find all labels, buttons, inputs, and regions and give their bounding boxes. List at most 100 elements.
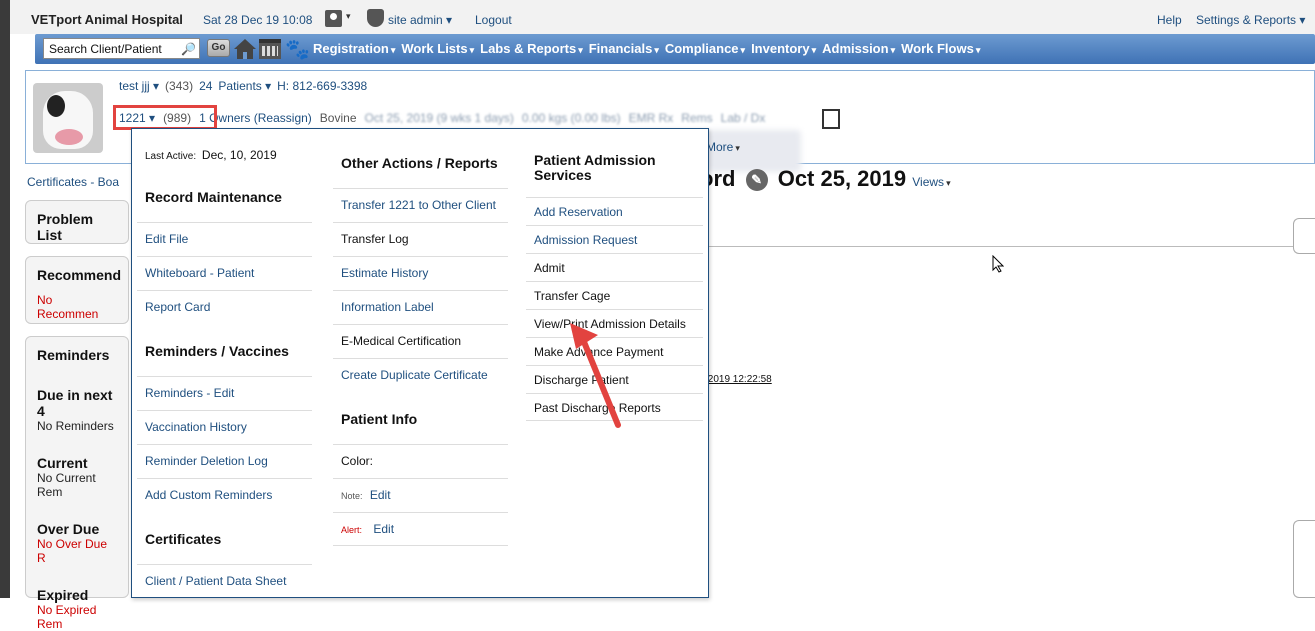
transfer-cage-link[interactable]: Transfer Cage — [526, 281, 703, 309]
user-icon[interactable] — [325, 10, 342, 27]
lab-dx-link[interactable]: Lab / Dx — [721, 111, 766, 125]
annotation-arrow-icon — [570, 323, 621, 428]
edit-file-link[interactable]: Edit File — [137, 222, 312, 256]
nav-financials[interactable]: Financials — [589, 41, 659, 56]
record-date: Oct 25, 2019 — [777, 166, 907, 191]
add-custom-reminders-link[interactable]: Add Custom Reminders — [137, 478, 312, 512]
nav-inventory[interactable]: Inventory — [751, 41, 816, 56]
search-icon[interactable]: 🔎 — [181, 42, 196, 56]
note-edit-link[interactable]: Edit — [370, 488, 391, 502]
nav-admission[interactable]: Admission — [822, 41, 895, 56]
scroll-tab[interactable] — [1293, 520, 1315, 598]
settings-reports-menu[interactable]: Settings & Reports ▾ — [1196, 13, 1305, 27]
owner-id: (343) — [165, 79, 194, 93]
filter-tab[interactable] — [1293, 218, 1315, 254]
transfer-patient-link[interactable]: Transfer 1221 to Other Client — [333, 188, 508, 222]
owner-row: test jjj ▾ (343) 24 Patients ▾ H: 812-66… — [119, 79, 367, 93]
datetime: Sat 28 Dec 19 10:08 — [203, 13, 313, 27]
admission-request-link[interactable]: Admission Request — [526, 225, 703, 253]
owner-name-menu[interactable]: test jjj ▾ — [119, 79, 159, 93]
views-menu[interactable]: Views — [912, 175, 950, 189]
page: VETport Animal Hospital Sat 28 Dec 19 10… — [10, 0, 1315, 631]
patients-count[interactable]: 24 — [199, 79, 212, 93]
no-expired-text: No Expired Rem — [37, 603, 97, 631]
alert-label: Alert: — [341, 525, 363, 535]
help-link[interactable]: Help — [1157, 13, 1182, 27]
highlight-box — [113, 105, 217, 130]
estimate-history-link[interactable]: Estimate History — [333, 256, 508, 290]
reminders-vaccines-title: Reminders / Vaccines — [145, 343, 289, 359]
left-edge-bar — [0, 0, 10, 598]
divider — [700, 246, 1315, 247]
search-placeholder: Search Client/Patient — [49, 42, 162, 56]
admit-link[interactable]: Admit — [526, 253, 703, 281]
no-recommend-text: No Recommen — [37, 293, 99, 321]
alert-edit-link[interactable]: Edit — [373, 522, 394, 536]
due-next-title: Due in next 4 — [37, 387, 113, 419]
pencil-icon[interactable]: ✎ — [745, 169, 768, 192]
emr-link[interactable]: EMR Rx — [629, 111, 674, 125]
nav-menu: Registration Work Lists Labs & Reports F… — [313, 41, 986, 56]
logout-link[interactable]: Logout — [475, 13, 512, 27]
nav-work-flows[interactable]: Work Flows — [901, 41, 980, 56]
shield-icon — [367, 9, 384, 27]
patient-info-title: Patient Info — [341, 411, 418, 427]
vaccination-history-link[interactable]: Vaccination History — [137, 410, 312, 444]
user-menu[interactable]: site admin ▾ — [388, 13, 452, 27]
top-bar: VETport Animal Hospital Sat 28 Dec 19 10… — [10, 0, 1315, 34]
last-active-value: Dec, 10, 2019 — [201, 148, 277, 162]
reminders-title: Reminders — [37, 347, 110, 363]
rems-link[interactable]: Rems — [681, 111, 712, 125]
admission-title-line1: Patient Admission — [534, 152, 656, 168]
admission-title-line2: Services — [534, 167, 592, 183]
no-over-due-text: No Over Due R — [37, 537, 108, 565]
recommend-title: Recommend — [37, 267, 122, 283]
calendar-icon[interactable] — [259, 39, 281, 59]
last-active-label: Last Active: — [145, 151, 197, 162]
patient-note: Note: Edit — [333, 478, 508, 512]
patient-alert: Alert: Edit — [333, 512, 508, 546]
transfer-log-link[interactable]: Transfer Log — [333, 222, 508, 256]
home-icon[interactable] — [233, 38, 257, 60]
certificates-link[interactable]: Certificates - Boa — [27, 175, 119, 189]
over-due-title: Over Due — [37, 521, 100, 537]
go-button[interactable]: Go — [207, 39, 230, 57]
reminders-edit-link[interactable]: Reminders - Edit — [137, 376, 312, 410]
add-reservation-link[interactable]: Add Reservation — [526, 197, 703, 225]
app-title: VETport Animal Hospital — [31, 12, 183, 27]
patient-weight: 0.00 kgs (0.00 lbs) — [521, 111, 621, 125]
nav-labs-reports[interactable]: Labs & Reports — [480, 41, 583, 56]
patients-menu[interactable]: Patients ▾ — [218, 79, 271, 93]
record-timestamp[interactable]: c 2019 12:22:58 — [700, 374, 772, 385]
paw-icon[interactable]: 🐾 — [285, 37, 310, 62]
reminder-deletion-log-link[interactable]: Reminder Deletion Log — [137, 444, 312, 478]
nav-work-lists[interactable]: Work Lists — [401, 41, 474, 56]
problem-list-title: Problem List — [37, 211, 94, 243]
chevron-down-icon[interactable]: ▾ — [346, 11, 351, 22]
main-navbar: Search Client/Patient 🔎 Go 🐾 Registratio… — [35, 34, 1315, 64]
report-card-link[interactable]: Report Card — [137, 290, 312, 324]
problem-list-card: Problem List — [25, 200, 129, 244]
record-heading: ord ✎ Oct 25, 2019 Views — [700, 166, 951, 192]
nav-compliance[interactable]: Compliance — [665, 41, 745, 56]
note-label: Note: — [341, 491, 363, 501]
patient-actions-dropdown: Last Active: Dec, 10, 2019 Record Mainte… — [131, 128, 709, 598]
more-menu[interactable]: More — [706, 140, 740, 154]
client-patient-data-sheet-link[interactable]: Client / Patient Data Sheet — [137, 564, 312, 598]
clipboard-icon[interactable] — [822, 109, 840, 129]
mouse-cursor-icon — [992, 255, 1004, 273]
other-actions-title: Other Actions / Reports — [341, 155, 498, 171]
patient-species: Bovine — [319, 111, 357, 125]
patient-avatar — [33, 83, 103, 153]
no-reminders-text: No Reminders — [37, 419, 114, 433]
whiteboard-patient-link[interactable]: Whiteboard - Patient — [137, 256, 312, 290]
nav-registration[interactable]: Registration — [313, 41, 395, 56]
create-duplicate-certificate-link[interactable]: Create Duplicate Certificate — [333, 358, 508, 392]
certificates-title: Certificates — [145, 531, 222, 547]
search-input[interactable]: Search Client/Patient 🔎 — [43, 38, 200, 59]
information-label-link[interactable]: Information Label — [333, 290, 508, 324]
expired-title: Expired — [37, 587, 89, 603]
patient-color: Color: — [333, 444, 508, 478]
e-medical-certification-link[interactable]: E-Medical Certification — [333, 324, 508, 358]
current-title: Current — [37, 455, 88, 471]
